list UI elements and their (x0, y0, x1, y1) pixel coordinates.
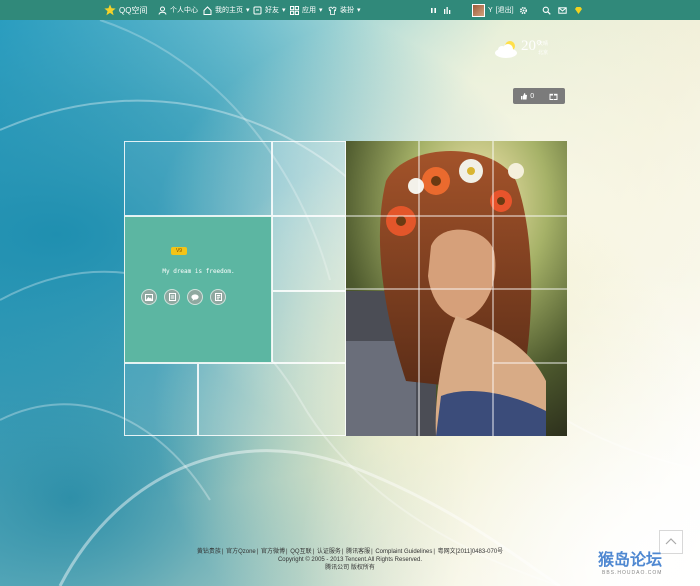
nav-label: 好友 (265, 7, 279, 14)
search-button[interactable] (542, 0, 551, 20)
weather-city: 北京 (538, 50, 549, 56)
sun-cloud-icon (495, 41, 517, 58)
avatar[interactable] (472, 3, 485, 17)
weather-description: 天晴 (538, 41, 549, 47)
blog-button[interactable] (164, 289, 180, 305)
mail-button[interactable] (558, 0, 567, 20)
nav-personal-center[interactable]: 个人中心 (158, 0, 198, 20)
notes-button[interactable] (210, 289, 226, 305)
gift-icon (549, 93, 558, 100)
username[interactable]: Y (488, 7, 493, 14)
grid-tile (124, 141, 272, 216)
grid-tile (272, 216, 346, 291)
mail-icon (558, 6, 567, 14)
like-count: 0 (530, 92, 535, 100)
portrait-photo (346, 141, 567, 436)
pause-icon[interactable] (429, 6, 438, 15)
nav-label: 个人中心 (170, 7, 198, 14)
media-controls (429, 0, 452, 20)
footer-link[interactable]: 黄钻贵族 (197, 549, 221, 555)
settings-button[interactable] (519, 0, 528, 20)
caret-down-icon: ▾ (282, 7, 286, 14)
nav-label: 我的主页 (215, 7, 243, 14)
nav-decorate[interactable]: 装扮 ▾ (328, 0, 361, 20)
brand-label: QQ空间 (119, 5, 148, 15)
thumbs-up-icon (521, 93, 528, 100)
user-icon (158, 6, 167, 15)
grid-tile (272, 291, 346, 363)
nav-label: 装扮 (340, 7, 354, 14)
nav-apps[interactable]: 应用 ▾ (290, 0, 323, 20)
grid-tile (272, 141, 346, 216)
gear-icon (519, 6, 528, 14)
message-button[interactable] (187, 289, 203, 305)
watermark-url: BBS.HOUDAO.COM (602, 570, 663, 576)
company-text: 腾讯公司 版权所有 (325, 565, 375, 571)
gift-button[interactable] (549, 92, 558, 100)
equalizer-icon[interactable] (443, 6, 452, 15)
footer: 黄钻贵族| 官方Qzone| 官方微博| QQ互联| 认证服务| 腾讯客服| C… (0, 548, 700, 572)
footer-link[interactable]: 粤网文[2011]0483-070号 (438, 549, 504, 555)
forum-watermark: 猴岛论坛 BBS.HOUDAO.COM (598, 546, 698, 586)
profile-motto: My dream is freedom. (162, 268, 235, 275)
logout-link[interactable]: [退出] (496, 5, 514, 15)
weather-widget[interactable]: 20° 天晴 北京 (494, 38, 574, 62)
like-box: 0 (513, 88, 565, 104)
footer-link[interactable]: QQ互联 (290, 549, 311, 555)
speech-bubble-icon (191, 293, 199, 301)
shirt-icon (328, 6, 337, 15)
photo-button[interactable] (141, 289, 157, 305)
star-icon (104, 4, 116, 16)
home-icon (203, 5, 212, 15)
friends-icon (253, 6, 262, 14)
profile-actions (141, 289, 226, 305)
profile-card: V9 My dream is freedom. (124, 216, 272, 363)
notes-icon (214, 293, 222, 301)
footer-link[interactable]: 官方Qzone (226, 549, 256, 555)
vip-badge[interactable]: V9 (171, 247, 187, 255)
diamond-icon (575, 6, 582, 14)
user-menu: Y [退出] (472, 0, 514, 20)
apps-icon (290, 5, 299, 15)
nav-my-homepage[interactable]: 我的主页 ▾ (203, 0, 250, 20)
caret-down-icon: ▾ (357, 7, 361, 14)
nav-friends[interactable]: 好友 ▾ (253, 0, 286, 20)
qzone-logo[interactable]: QQ空间 (104, 0, 147, 20)
caret-down-icon: ▾ (246, 7, 250, 14)
cover-photo[interactable] (346, 141, 567, 436)
grid-tile (198, 363, 346, 436)
caret-down-icon: ▾ (319, 7, 323, 14)
footer-link[interactable]: 官方微博 (261, 549, 285, 555)
footer-link[interactable]: Complaint Guidelines (375, 549, 432, 555)
profile-grid: V9 My dream is freedom. (124, 141, 567, 436)
vip-button[interactable] (574, 0, 583, 20)
copyright-text: Copyright © 2005 - 2013 Tencent.All Righ… (277, 557, 423, 563)
footer-link[interactable]: 认证服务 (317, 549, 341, 555)
footer-link[interactable]: 腾讯客服 (346, 549, 370, 555)
top-navigation-bar: QQ空间 个人中心 我的主页 ▾ 好友 ▾ 应用 ▾ 装扮 ▾ Y [退出] (0, 0, 700, 20)
photo-icon (145, 293, 153, 301)
like-button[interactable]: 0 (520, 92, 534, 100)
search-icon (542, 6, 551, 15)
grid-tile (124, 363, 198, 436)
blog-icon (168, 293, 176, 301)
footer-links: 黄钻贵族| 官方Qzone| 官方微博| QQ互联| 认证服务| 腾讯客服| C… (196, 549, 504, 555)
nav-label: 应用 (302, 7, 316, 14)
watermark-logo: 猴岛论坛 (598, 550, 663, 569)
